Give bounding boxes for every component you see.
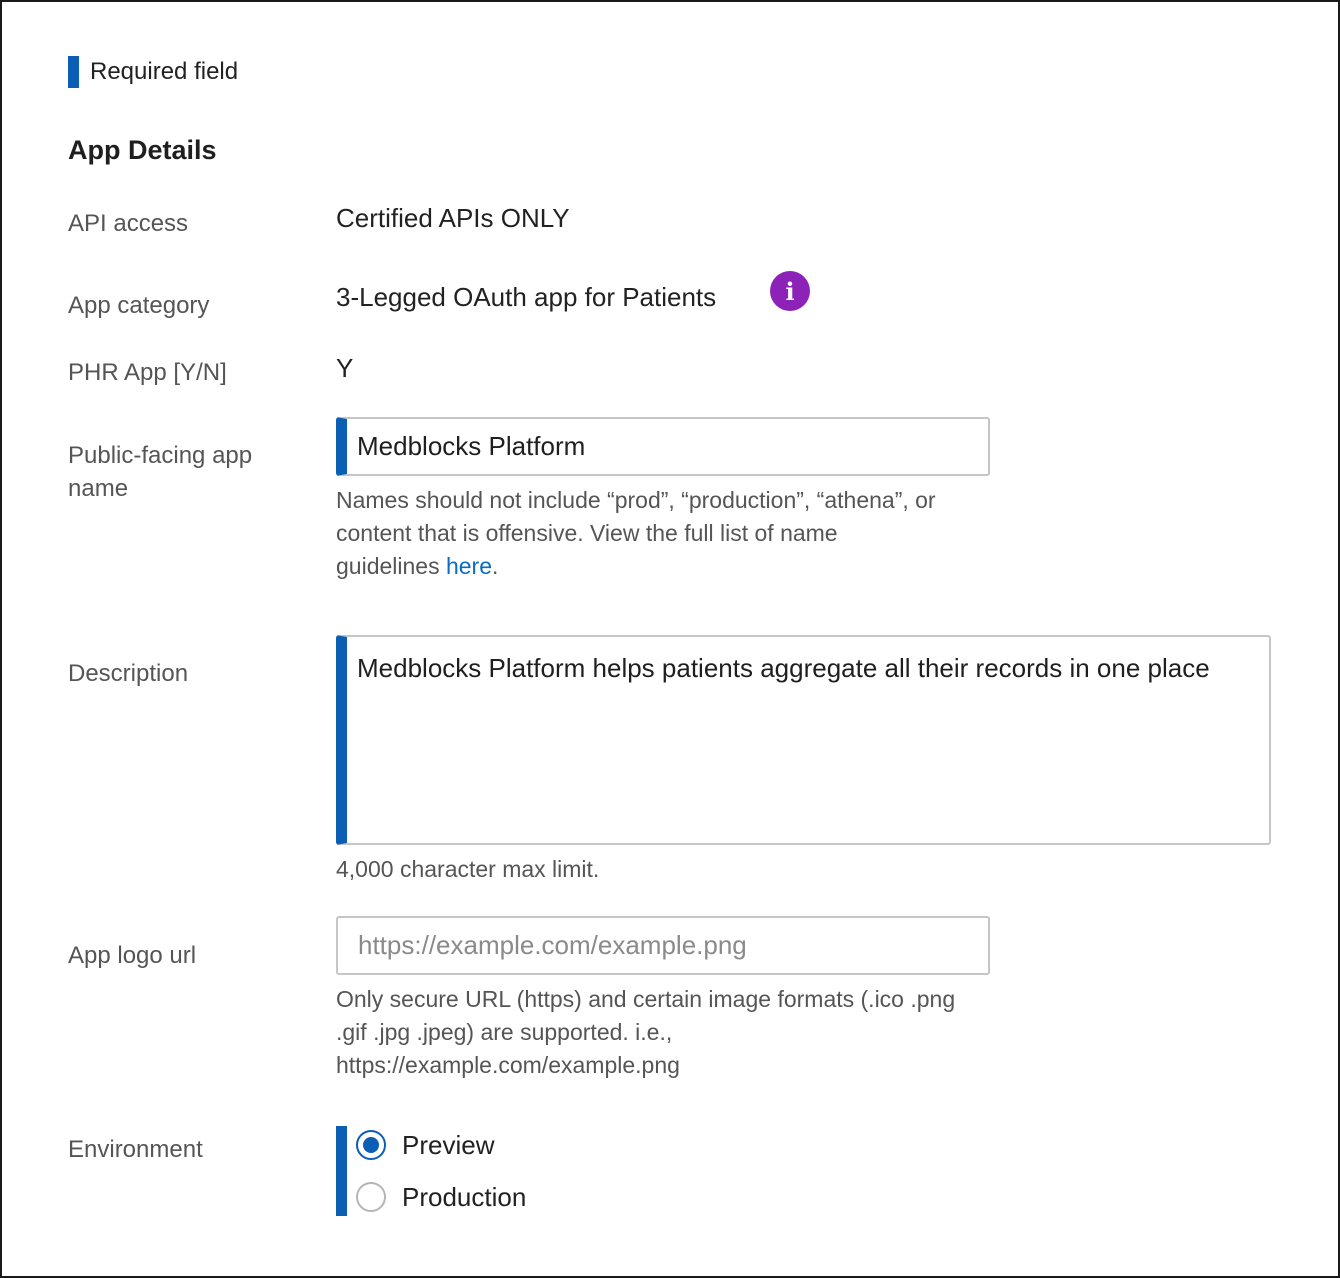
logo-url-help-line-1: Only secure URL (https) and certain imag… <box>336 986 956 1012</box>
required-indicator-bar <box>68 56 79 88</box>
app-category-value: 3-Legged OAuth app for Patients <box>336 282 717 312</box>
phr-app-value: Y <box>336 353 354 383</box>
environment-required-bar <box>336 1126 347 1216</box>
preview-radio[interactable] <box>356 1130 386 1160</box>
public-name-help-suffix: . <box>492 553 499 579</box>
api-access-label: API access <box>68 210 189 237</box>
public-name-input[interactable] <box>336 417 990 476</box>
form-panel: Required field App Details API access Ce… <box>0 0 1340 1278</box>
logo-url-help-line-2: .gif .jpg .jpeg) are supported. i.e., <box>336 1019 673 1045</box>
section-title: App Details <box>68 135 217 165</box>
api-access-value: Certified APIs ONLY <box>336 203 570 233</box>
public-name-help-prefix: guidelines <box>336 553 446 579</box>
public-name-help-line-3: guidelines here. <box>336 550 1016 583</box>
environment-label: Environment <box>68 1136 203 1163</box>
production-radio[interactable] <box>356 1182 386 1212</box>
public-name-help-line-1: Names should not include “prod”, “produc… <box>336 487 936 513</box>
phr-app-label: PHR App [Y/N] <box>68 359 227 386</box>
logo-url-help: Only secure URL (https) and certain imag… <box>336 983 1016 1082</box>
info-icon-glyph: i <box>785 276 795 306</box>
name-guidelines-link[interactable]: here <box>446 553 492 579</box>
logo-url-label: App logo url <box>68 942 197 969</box>
production-radio-label[interactable]: Production <box>402 1182 526 1213</box>
public-name-label: Public-facing app name <box>68 442 253 502</box>
logo-url-input[interactable] <box>336 916 990 975</box>
environment-radio-group: Preview Production <box>356 1125 526 1217</box>
info-icon[interactable]: i <box>770 271 810 311</box>
required-field-legend: Required field <box>68 56 238 88</box>
public-name-help: Names should not include “prod”, “produc… <box>336 484 1016 583</box>
required-field-label: Required field <box>90 58 239 85</box>
public-name-help-line-2: content that is offensive. View the full… <box>336 520 838 546</box>
app-category-label: App category <box>68 292 210 319</box>
description-help: 4,000 character max limit. <box>336 856 600 882</box>
logo-url-help-line-3: https://example.com/example.png <box>336 1052 680 1078</box>
description-textarea[interactable]: Medblocks Platform helps patients aggreg… <box>336 635 1271 845</box>
environment-option-preview[interactable]: Preview <box>356 1125 526 1165</box>
environment-option-production[interactable]: Production <box>356 1177 526 1217</box>
description-label: Description <box>68 660 189 687</box>
preview-radio-label[interactable]: Preview <box>402 1130 494 1161</box>
